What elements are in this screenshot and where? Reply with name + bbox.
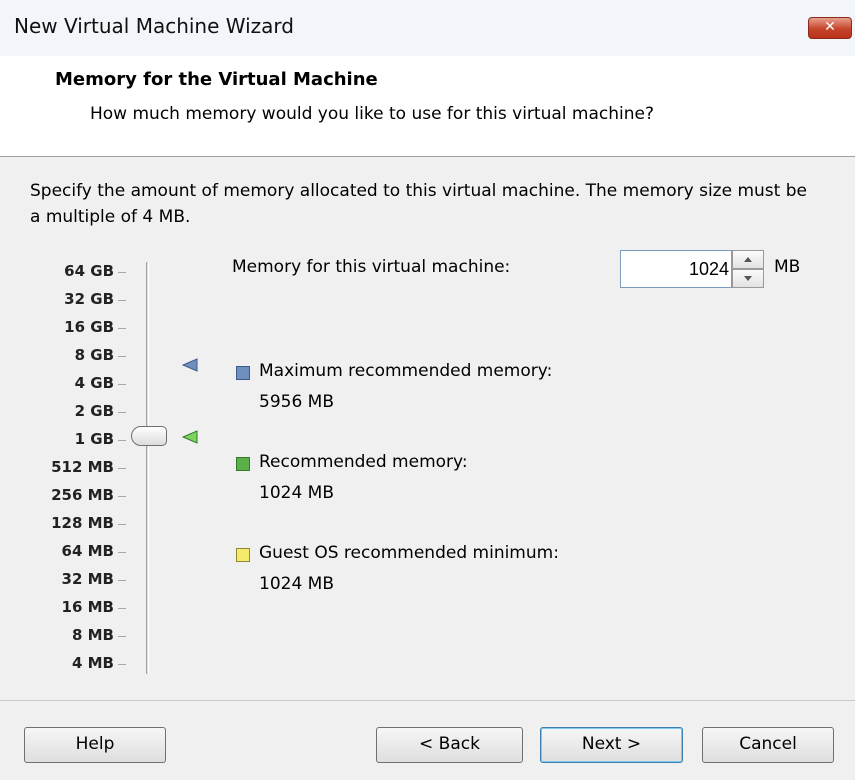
- page-title: Memory for the Virtual Machine: [55, 69, 378, 90]
- spin-down-button[interactable]: [732, 269, 764, 288]
- memory-slider-track[interactable]: [146, 262, 149, 674]
- close-button[interactable]: ✕: [808, 17, 852, 39]
- recommended-value: 1024 MB: [259, 483, 334, 503]
- guest-os-minimum-value: 1024 MB: [259, 574, 334, 594]
- recommended-marker-icon: [182, 430, 198, 444]
- cancel-button[interactable]: Cancel: [702, 727, 834, 763]
- scale-tick: [118, 664, 126, 665]
- scale-tick: [118, 608, 126, 609]
- scale-label-8gb: 8 GB: [74, 346, 114, 364]
- scale-label-64gb: 64 GB: [64, 262, 114, 280]
- next-button[interactable]: Next >: [540, 727, 683, 763]
- scale-label-64mb: 64 MB: [61, 542, 114, 560]
- scale-tick: [118, 328, 126, 329]
- scale-tick: [118, 384, 126, 385]
- memory-unit-label: MB: [774, 257, 801, 277]
- scale-tick: [118, 468, 126, 469]
- caret-up-icon: [744, 257, 752, 262]
- scale-label-1gb: 1 GB: [74, 430, 114, 448]
- memory-size-label: Memory for this virtual machine:: [232, 257, 511, 277]
- scale-label-4gb: 4 GB: [74, 374, 114, 392]
- scale-label-2gb: 2 GB: [74, 402, 114, 420]
- close-icon: ✕: [824, 19, 836, 35]
- scale-tick: [118, 580, 126, 581]
- footer-divider: [0, 700, 855, 701]
- wizard-header: Memory for the Virtual Machine How much …: [0, 56, 855, 157]
- spin-up-button[interactable]: [732, 250, 764, 269]
- scale-label-128mb: 128 MB: [51, 514, 114, 532]
- recommended-swatch: [236, 457, 250, 471]
- memory-size-input[interactable]: [620, 250, 732, 288]
- memory-slider-thumb[interactable]: [131, 426, 167, 446]
- page-subtitle: How much memory would you like to use fo…: [90, 104, 654, 124]
- recommended-label: Recommended memory:: [259, 452, 468, 472]
- memory-spinner[interactable]: [732, 250, 764, 288]
- title-bar: New Virtual Machine Wizard ✕: [0, 0, 855, 56]
- max-recommended-label: Maximum recommended memory:: [259, 361, 553, 381]
- max-recommended-marker-icon: [182, 358, 198, 372]
- scale-tick: [118, 440, 126, 441]
- scale-tick: [118, 636, 126, 637]
- scale-tick: [118, 300, 126, 301]
- scale-label-512mb: 512 MB: [51, 458, 114, 476]
- wizard-window: New Virtual Machine Wizard ✕ Memory for …: [0, 0, 855, 780]
- scale-tick: [118, 524, 126, 525]
- memory-description: Specify the amount of memory allocated t…: [30, 181, 807, 227]
- max-recommended-value: 5956 MB: [259, 392, 334, 412]
- scale-label-32gb: 32 GB: [64, 290, 114, 308]
- caret-down-icon: [744, 276, 752, 281]
- max-recommended-swatch: [236, 366, 250, 380]
- scale-tick: [118, 356, 126, 357]
- guest-os-minimum-label: Guest OS recommended minimum:: [259, 543, 559, 563]
- scale-tick: [118, 552, 126, 553]
- scale-label-32mb: 32 MB: [61, 570, 114, 588]
- scale-label-4mb: 4 MB: [71, 654, 114, 672]
- help-button[interactable]: Help: [24, 727, 166, 763]
- scale-label-16gb: 16 GB: [64, 318, 114, 336]
- back-button[interactable]: < Back: [376, 727, 523, 763]
- scale-tick: [118, 496, 126, 497]
- scale-label-16mb: 16 MB: [61, 598, 114, 616]
- scale-label-256mb: 256 MB: [51, 486, 114, 504]
- window-title: New Virtual Machine Wizard: [14, 14, 294, 38]
- scale-label-8mb: 8 MB: [71, 626, 114, 644]
- scale-tick: [118, 272, 126, 273]
- guest-os-minimum-swatch: [236, 548, 250, 562]
- scale-tick: [118, 412, 126, 413]
